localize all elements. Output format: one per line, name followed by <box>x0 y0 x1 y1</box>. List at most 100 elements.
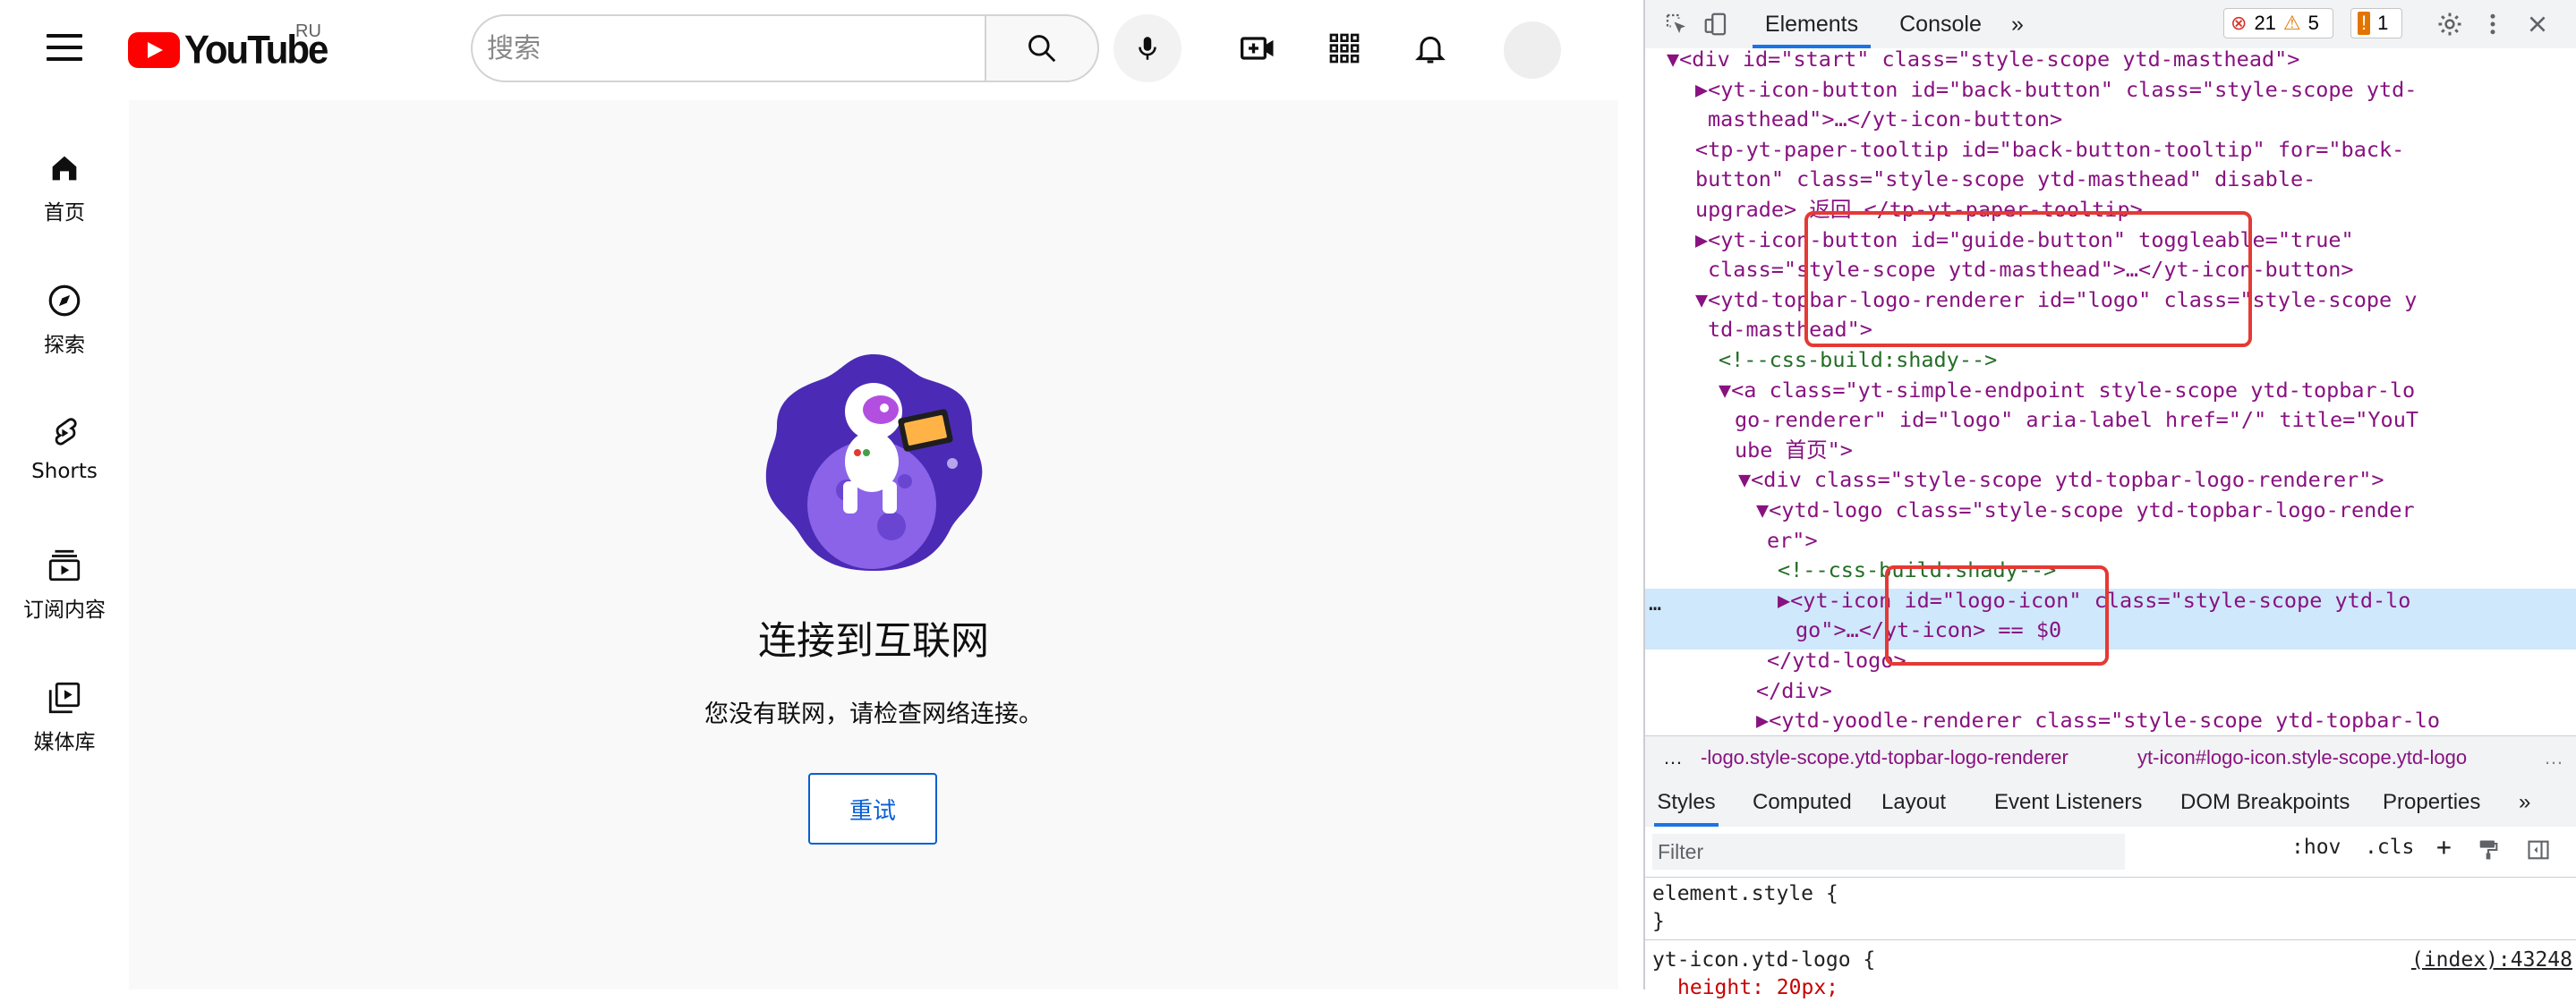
dom-node-line[interactable]: ▶<yt-icon-button id="back-button" class=… <box>1695 75 2417 106</box>
dom-node-line[interactable]: go-renderer" id="logo" aria-label href="… <box>1735 405 2418 436</box>
selected-node-marker: … <box>1649 590 1662 616</box>
logo-icon-highlight-box <box>1885 565 2109 666</box>
offline-astronaut-illustration <box>765 354 983 571</box>
retry-button[interactable]: 重试 <box>808 773 937 845</box>
dom-node-line[interactable]: ▶<ytd-yoodle-renderer class="style-scope… <box>1756 706 2440 735</box>
shorts-icon <box>43 412 86 454</box>
tab-console[interactable]: Console <box>1887 0 1994 48</box>
microphone-icon <box>1139 37 1156 60</box>
guide-item-label: 媒体库 <box>33 731 96 754</box>
paint-brush-icon[interactable] <box>2476 837 2501 867</box>
dom-tree: … ▼<div id="start" class="style-scope yt… <box>1645 48 2576 735</box>
issues-badge[interactable]: ! 1 <box>2350 8 2403 38</box>
search-icon <box>1028 35 1056 63</box>
tab-layout[interactable]: Layout <box>1881 778 1946 827</box>
guide-logo-highlight-box <box>1804 211 2252 347</box>
tab-event-listeners[interactable]: Event Listeners <box>1994 778 2142 827</box>
dom-node-line[interactable]: ▼<ytd-logo class="style-scope ytd-topbar… <box>1756 496 2415 526</box>
guide-item-label: Shorts <box>31 460 98 483</box>
inspect-element-icon[interactable] <box>1661 9 1692 39</box>
dom-node-line[interactable]: ▼<a class="yt-simple-endpoint style-scop… <box>1719 376 2415 406</box>
guide-item-label: 探索 <box>44 334 85 357</box>
offline-title: 连接到互联网 <box>758 619 989 664</box>
guide-menu-button[interactable] <box>47 34 82 63</box>
voice-search-button[interactable] <box>1113 14 1181 82</box>
create-video-icon <box>1241 37 1274 60</box>
tab-dom-breakpoints[interactable]: DOM Breakpoints <box>2180 778 2350 827</box>
dom-node-line[interactable]: ube 首页"> <box>1735 436 1853 466</box>
toggle-sidebar-icon[interactable] <box>2526 837 2551 867</box>
styles-pane-tabs: Styles Computed Layout Event Listeners D… <box>1645 778 2576 828</box>
issue-count: 1 <box>2377 12 2389 34</box>
element-style-rule[interactable]: element.style { <box>1652 880 1838 908</box>
styles-filter-bar: :hov .cls + <box>1645 827 2576 878</box>
guide-item-label: 首页 <box>44 201 85 225</box>
tab-properties[interactable]: Properties <box>2383 778 2480 827</box>
rule-divider <box>1645 939 2576 940</box>
compass-icon <box>43 279 86 322</box>
dom-node-line[interactable]: ▼<div class="style-scope ytd-topbar-logo… <box>1738 465 2384 496</box>
tab-more-chevron[interactable]: » <box>2000 0 2035 48</box>
play-logo-icon <box>128 32 180 68</box>
guide-item-home[interactable]: 首页 <box>0 122 129 238</box>
css-property[interactable]: height: 20px; <box>1677 974 1838 1002</box>
menu-bar <box>47 46 82 49</box>
guide-item-shorts[interactable]: Shorts <box>0 386 129 503</box>
avatar[interactable] <box>1504 21 1561 79</box>
tab-elements[interactable]: Elements <box>1753 0 1871 48</box>
masthead: YouTube RU <box>0 0 1643 100</box>
error-count: 21 <box>2254 12 2276 34</box>
home-icon <box>43 147 86 190</box>
dom-node-line[interactable]: masthead">…</yt-icon-button> <box>1708 105 2062 135</box>
guide-item-library[interactable]: 媒体库 <box>0 651 129 768</box>
settings-gear-icon[interactable] <box>2435 9 2465 39</box>
breadcrumb-more-left[interactable]: … <box>1663 736 1683 779</box>
notifications-button[interactable] <box>1403 21 1457 75</box>
breadcrumb-item-selected[interactable]: yt-icon#logo-icon.style-scope.ytd-logo <box>2137 736 2467 779</box>
tab-styles[interactable]: Styles <box>1654 778 1719 827</box>
hover-state-toggle[interactable]: :hov <box>2291 836 2341 859</box>
bell-icon <box>1415 36 1446 64</box>
tab-computed[interactable]: Computed <box>1753 778 1852 827</box>
warning-icon: ⚠ <box>2282 12 2301 34</box>
class-toggle[interactable]: .cls <box>2365 836 2414 859</box>
guide-sidebar: 首页 探索 Shorts 订阅内容 媒体库 <box>0 100 129 989</box>
dom-node-line[interactable]: button" class="style-scope ytd-masthead"… <box>1695 165 2316 195</box>
styles-filter-input[interactable] <box>1652 834 2125 870</box>
dom-node-line[interactable]: </div> <box>1756 676 1832 707</box>
dom-node-line[interactable]: <!--css-build:shady--> <box>1719 345 1997 376</box>
rule-close-brace: } <box>1652 910 1665 933</box>
dom-node-line[interactable]: er"> <box>1767 526 1818 556</box>
create-video-button[interactable] <box>1232 21 1285 75</box>
library-icon <box>43 676 86 719</box>
youtube-page: YouTube RU 首页 <box>0 0 1643 989</box>
css-rule-selector[interactable]: yt-icon.ytd-logo { <box>1652 947 1875 974</box>
issue-icon: ! <box>2358 12 2371 35</box>
error-count-badge[interactable]: ⊗ 21 ⚠ 5 <box>2223 8 2333 38</box>
tab-more-chevron[interactable]: » <box>2519 778 2530 827</box>
warning-count: 5 <box>2307 12 2319 34</box>
search-box <box>471 14 985 82</box>
guide-item-subscriptions[interactable]: 订阅内容 <box>0 519 129 635</box>
new-style-rule-button[interactable]: + <box>2436 832 2452 862</box>
logo-region-code: RU <box>295 21 321 41</box>
breadcrumb: … -logo.style-scope.ytd-topbar-logo-rend… <box>1645 735 2576 780</box>
device-toolbar-icon[interactable] <box>1701 9 1731 39</box>
menu-bar <box>47 34 82 38</box>
more-options-icon[interactable] <box>2478 9 2508 39</box>
breadcrumb-item[interactable]: -logo.style-scope.ytd-topbar-logo-render… <box>1701 736 2068 779</box>
styles-rules: element.style { } yt-icon.ytd-logo { (in… <box>1645 877 2576 999</box>
rule-source-link[interactable]: (index):43248 <box>2411 947 2572 974</box>
close-devtools-icon[interactable] <box>2522 9 2553 39</box>
subscriptions-icon <box>43 544 86 587</box>
search-button[interactable] <box>985 14 1099 82</box>
apps-grid-icon <box>1329 33 1360 64</box>
offline-description: 您没有联网，请检查网络连接。 <box>704 701 1043 728</box>
dom-node-line[interactable]: <tp-yt-paper-tooltip id="back-button-too… <box>1695 135 2404 166</box>
dom-node-line[interactable]: ▼<div id="start" class="style-scope ytd-… <box>1667 48 2299 75</box>
guide-item-explore[interactable]: 探索 <box>0 254 129 370</box>
search-input[interactable] <box>485 16 954 81</box>
devtools-toolbar: Elements Console » ⊗ 21 ⚠ 5 ! 1 <box>1645 0 2576 49</box>
apps-button[interactable] <box>1318 21 1371 75</box>
breadcrumb-more-right[interactable]: … <box>2544 736 2563 779</box>
